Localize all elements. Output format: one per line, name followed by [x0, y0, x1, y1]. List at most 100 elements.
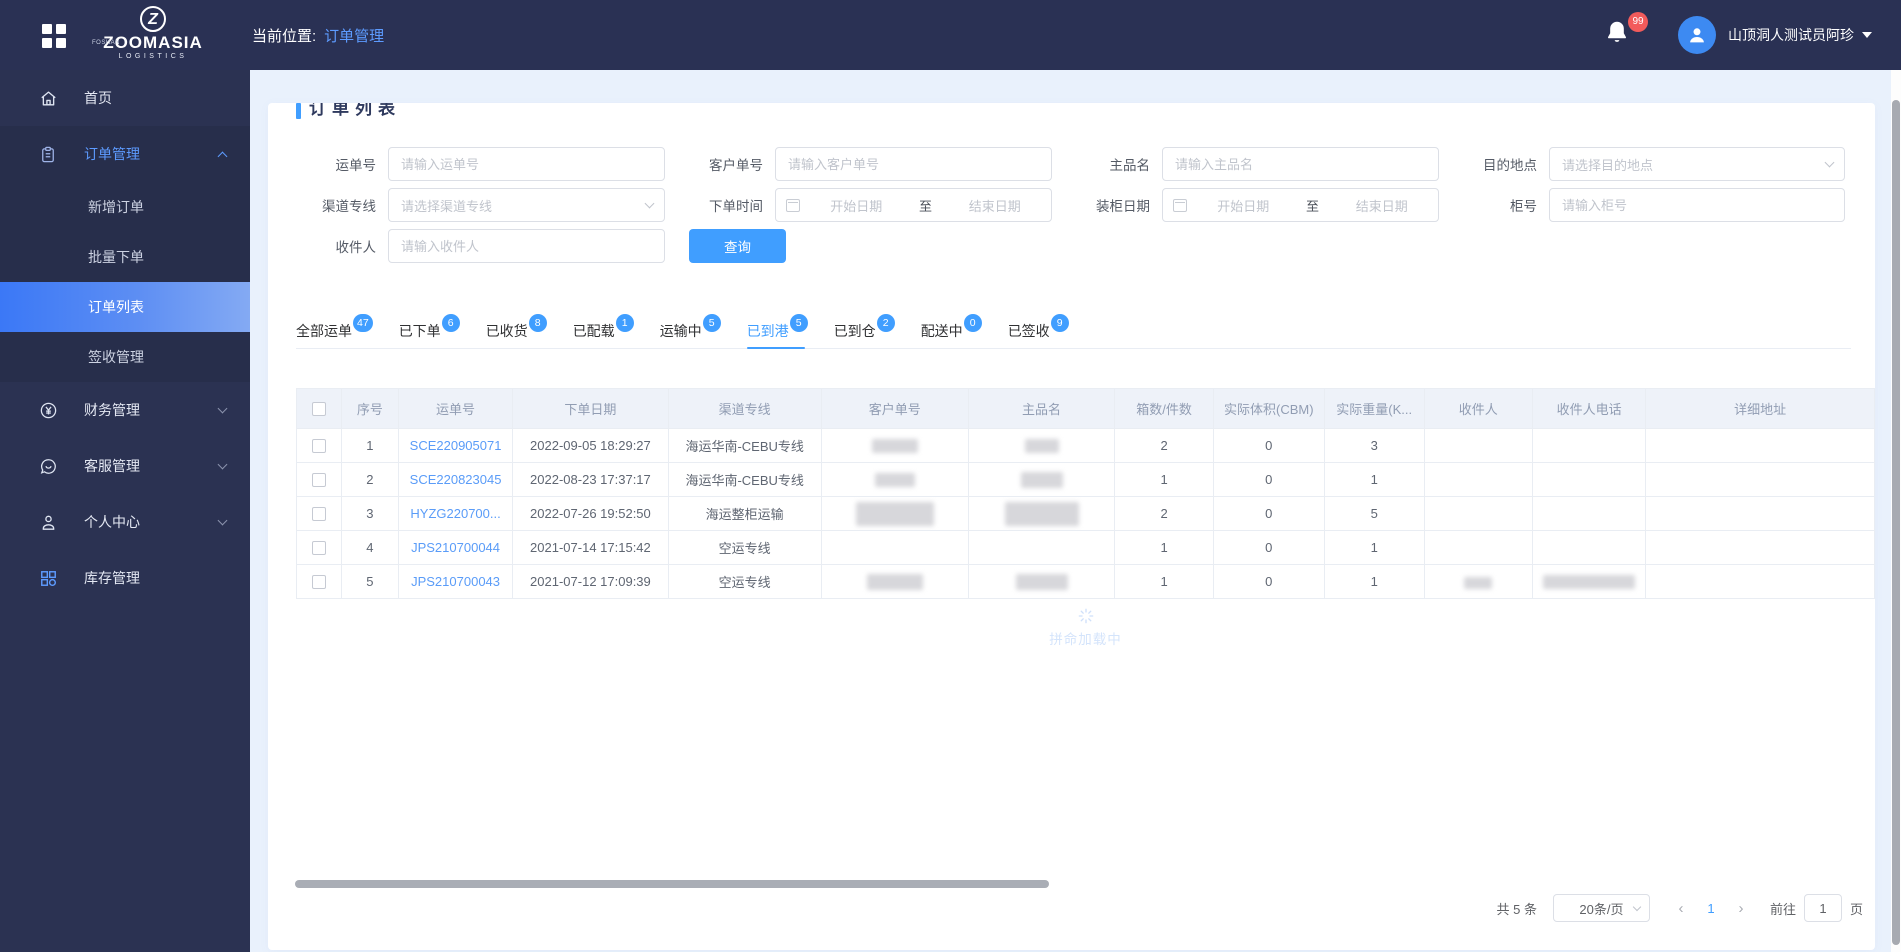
sidebar-item-inventory-management[interactable]: 库存管理 — [0, 550, 250, 606]
breadcrumb-current[interactable]: 订单管理 — [324, 25, 384, 46]
sidebar-item-personal-center[interactable]: 个人中心 — [0, 494, 250, 550]
column-header: 客户单号 — [820, 388, 969, 429]
filter-select-channel-line[interactable]: 请选择渠道专线 — [388, 188, 665, 222]
sidebar-item-label: 个人中心 — [84, 514, 140, 530]
tab-arrived-warehouse[interactable]: 已到仓 2 — [833, 314, 895, 348]
tab-count-badge: 0 — [963, 314, 982, 332]
column-header: 收件人电话 — [1531, 388, 1647, 429]
phone-cell — [1531, 462, 1647, 497]
filter-input-product-name[interactable] — [1163, 148, 1438, 180]
product-cell — [967, 462, 1116, 497]
waybill-link[interactable]: SCE220905071 — [410, 438, 502, 453]
seq-cell: 3 — [340, 496, 399, 531]
seq-cell: 5 — [340, 564, 399, 599]
tab-label: 已到港 — [746, 323, 789, 339]
filter-select-destination[interactable]: 请选择目的地点 — [1549, 147, 1845, 181]
filter-input-customer-order-no[interactable] — [775, 147, 1052, 181]
filter-input-product-name[interactable] — [1162, 147, 1439, 181]
date-start-placeholder: 开始日期 — [830, 198, 883, 214]
waybill-link[interactable]: JPS210700043 — [411, 574, 500, 589]
status-tabs: 全部运单 47 已下单 6 已收货 8 已配载 1 运输中 5 已到港 5 已到仓 2 配送中 0 已签收 9 — [296, 314, 1851, 349]
redacted-text — [866, 573, 923, 590]
apps-grid-icon[interactable] — [42, 24, 66, 48]
filter-input-container-no[interactable] — [1549, 188, 1845, 222]
filter-daterange-container-date[interactable]: 开始日期 至 结束日期 — [1162, 188, 1439, 222]
next-page-button[interactable]: › — [1726, 900, 1756, 917]
prev-page-button[interactable]: ‹ — [1666, 900, 1696, 917]
filter-input-container-no[interactable] — [1550, 189, 1844, 221]
page-size-select[interactable]: 20条/页 — [1552, 894, 1650, 922]
user-menu[interactable]: 山顶洞人测试员阿珍 — [1678, 14, 1872, 56]
chevron-down-icon — [1824, 157, 1835, 168]
row-checkbox[interactable] — [311, 575, 326, 590]
waybill-link[interactable]: SCE220823045 — [410, 472, 502, 487]
tab-ordered[interactable]: 已下单 6 — [399, 314, 460, 348]
sidebar-item-label: 财务管理 — [84, 402, 140, 418]
sidebar-item-support-management[interactable]: 客服管理 — [0, 438, 250, 494]
channel-cell: 海运华南-CEBU专线 — [667, 462, 822, 497]
select-all-checkbox[interactable] — [311, 402, 326, 417]
sidebar-item-label: 客服管理 — [84, 458, 140, 474]
vertical-scrollbar-thumb[interactable] — [1892, 100, 1900, 945]
filter-input-customer-order-no[interactable] — [776, 148, 1051, 180]
filter-daterange-order-time[interactable]: 开始日期 至 结束日期 — [775, 188, 1052, 222]
phone-cell — [1531, 428, 1647, 463]
page-size-value: 20条/页 — [1579, 901, 1624, 917]
tab-delivering[interactable]: 配送中 0 — [921, 314, 982, 348]
filter-input-waybill-no[interactable] — [388, 147, 665, 181]
filter-input-recipient[interactable] — [389, 230, 664, 262]
tab-label: 已到仓 — [833, 323, 876, 339]
waybill-link[interactable]: HYZG220700... — [410, 506, 500, 521]
username: 山顶洞人测试员阿珍 — [1728, 27, 1854, 43]
redacted-text — [1543, 575, 1636, 590]
channel-cell: 空运专线 — [667, 530, 822, 565]
brand-sub: LOGISTICS — [118, 53, 188, 60]
recipient-cell — [1423, 462, 1533, 497]
submenu-order-management: 订单管理新增订单 批量下单订单列表签收管理 — [0, 126, 250, 382]
tab-in-transit[interactable]: 运输中 5 — [660, 314, 721, 348]
logo-monogram-icon: Z — [140, 6, 166, 32]
page-number-1[interactable]: 1 — [1696, 901, 1726, 916]
select-placeholder: 请选择渠道专线 — [401, 198, 493, 214]
filter-input-waybill-no[interactable] — [389, 148, 664, 180]
table-row: 4 JPS210700044 2021-07-14 17:15:42 空运专线 1 0 1 — [296, 530, 1875, 565]
breadcrumb-label: 当前位置: — [252, 27, 317, 45]
filter-group-recipient: 收件人 — [296, 229, 683, 263]
row-checkbox[interactable] — [311, 473, 326, 488]
date-separator: 至 — [918, 198, 932, 214]
horizontal-scrollbar-thumb[interactable] — [295, 880, 1049, 888]
sidebar-subitem-new-order[interactable]: 新增订单 — [0, 182, 250, 232]
filter-input-recipient[interactable] — [388, 229, 665, 263]
filter-group-customer-order-no: 客户单号 — [683, 147, 1070, 181]
notification-bell[interactable]: 99 — [1604, 12, 1648, 54]
sidebar-subitem-label: 订单列表 — [88, 299, 144, 315]
sidebar-item-label: 订单管理 — [84, 146, 140, 162]
product-cell — [967, 496, 1116, 531]
weight-cell: 5 — [1323, 496, 1425, 531]
row-checkbox[interactable] — [311, 439, 326, 454]
row-checkbox[interactable] — [311, 541, 326, 556]
inventory-icon — [38, 568, 58, 588]
sidebar-item-order-management[interactable]: 订单管理 — [0, 126, 250, 182]
sidebar-item-finance-management[interactable]: 财务管理 — [0, 382, 250, 438]
tab-all[interactable]: 全部运单 47 — [296, 314, 373, 348]
tab-loaded[interactable]: 已配载 1 — [573, 314, 634, 348]
tab-arrived-port[interactable]: 已到港 5 — [746, 314, 808, 349]
phone-cell — [1531, 496, 1647, 531]
row-checkbox[interactable] — [311, 507, 326, 522]
sidebar-subitem-order-list[interactable]: 订单列表 — [0, 282, 250, 332]
goto-page-input[interactable] — [1803, 894, 1842, 922]
tab-signed[interactable]: 已签收 9 — [1008, 314, 1069, 348]
recipient-cell — [1423, 428, 1533, 463]
volume-cell: 0 — [1212, 564, 1325, 599]
waybill-link[interactable]: JPS210700044 — [411, 540, 500, 555]
boxes-cell: 2 — [1114, 496, 1214, 531]
main-content: 订单列表 运单号客户单号主品名目的地点请选择目的地点渠道专线请选择渠道专线下单时… — [250, 70, 1901, 952]
channel-cell: 海运整柜运输 — [667, 496, 822, 531]
sidebar-item-home[interactable]: 首页 — [0, 70, 250, 126]
search-button[interactable]: 查询 — [689, 229, 786, 263]
tab-received[interactable]: 已收货 8 — [486, 314, 547, 348]
sidebar-subitem-batch-order[interactable]: 批量下单 — [0, 232, 250, 282]
tab-label: 全部运单 — [296, 323, 352, 339]
sidebar-subitem-sign-management[interactable]: 签收管理 — [0, 332, 250, 382]
